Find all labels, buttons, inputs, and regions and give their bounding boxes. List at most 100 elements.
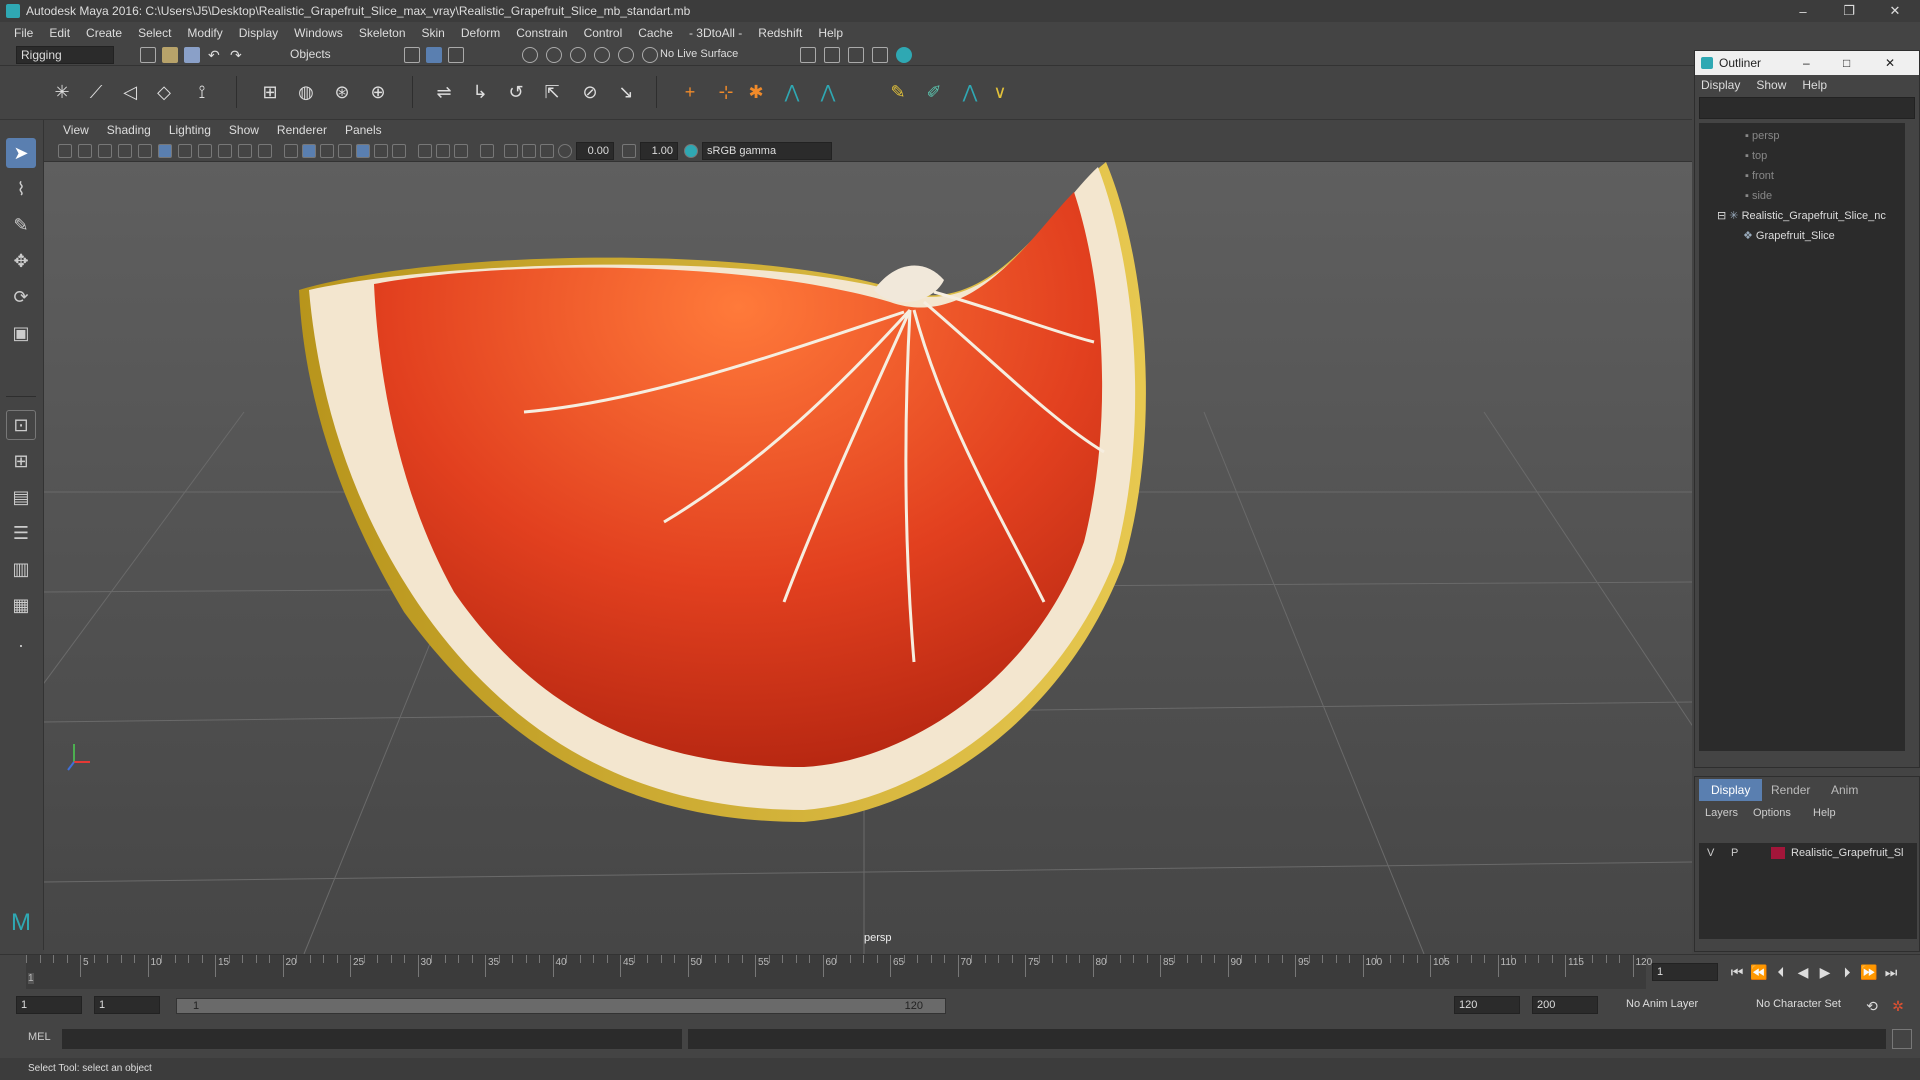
menu-3dtoall[interactable]: - 3DtoAll - — [689, 26, 742, 40]
exposure-icon[interactable] — [558, 144, 572, 158]
mode-dropdown[interactable]: Rigging — [16, 46, 114, 64]
step-back-frame-icon[interactable]: ⏴ — [1772, 963, 1790, 981]
single-view-icon[interactable]: ⊡ — [6, 410, 36, 440]
point-constraint-icon[interactable]: ⇌ — [430, 78, 458, 106]
layers-menu-options[interactable]: Options — [1753, 807, 1791, 819]
rotate-tool-icon[interactable]: ⟳ — [6, 282, 36, 312]
save-scene-icon[interactable] — [184, 47, 200, 63]
layer-playback-toggle[interactable]: P — [1731, 847, 1738, 859]
outliner-item-mesh[interactable]: ❖ Grapefruit_Slice — [1743, 227, 1835, 245]
panel-menu-view[interactable]: View — [63, 123, 89, 137]
undo-icon[interactable]: ↶ — [208, 47, 224, 63]
resolution-gate-icon[interactable] — [198, 144, 212, 158]
gamma-field[interactable]: 1.00 — [640, 142, 678, 160]
gamma-icon[interactable] — [622, 144, 636, 158]
snap-curve-icon[interactable] — [546, 47, 562, 63]
layer-color-swatch[interactable] — [1771, 847, 1785, 859]
menu-help[interactable]: Help — [818, 26, 843, 40]
depth-of-field-icon[interactable] — [522, 144, 536, 158]
menu-skeleton[interactable]: Skeleton — [359, 26, 406, 40]
snap-view-plane-icon[interactable] — [618, 47, 634, 63]
go-to-end-icon[interactable]: ⏭ — [1882, 963, 1900, 981]
sphere-deformer-icon[interactable]: ◍ — [292, 78, 320, 106]
command-input[interactable] — [62, 1029, 682, 1049]
locator-icon[interactable]: + — [676, 78, 704, 106]
scale-tool-icon[interactable]: ▣ — [6, 318, 36, 348]
anim-layer-dropdown[interactable]: No Anim Layer — [1622, 996, 1742, 1014]
joint-tool-icon[interactable]: ✳ — [48, 78, 76, 106]
hypershade-icon[interactable] — [896, 47, 912, 63]
layers-menu-help[interactable]: Help — [1813, 807, 1836, 819]
make-live-icon[interactable] — [642, 47, 658, 63]
select-component-icon[interactable] — [448, 47, 464, 63]
motion-blur-icon[interactable] — [480, 144, 494, 158]
outliner-item-persp[interactable]: ▪ persp — [1745, 127, 1780, 145]
ik-handle-icon[interactable]: ⟋ — [82, 78, 110, 106]
snap-grid-icon[interactable] — [522, 47, 538, 63]
panel-menu-renderer[interactable]: Renderer — [277, 123, 327, 137]
maximize-button[interactable]: ❐ — [1826, 0, 1872, 22]
pole-vector-icon[interactable]: ↘ — [612, 78, 640, 106]
graph-layout-icon[interactable]: ☰ — [6, 518, 36, 548]
outliner-item-top[interactable]: ▪ top — [1745, 147, 1767, 165]
select-object-icon[interactable] — [426, 47, 442, 63]
menu-select[interactable]: Select — [138, 26, 171, 40]
hik-icon[interactable]: ⋀ — [778, 78, 806, 106]
step-back-key-icon[interactable]: ⏪ — [1750, 963, 1768, 981]
menu-display[interactable]: Display — [239, 26, 278, 40]
effector-icon[interactable]: ✱ — [742, 78, 770, 106]
script-editor-icon[interactable] — [1892, 1029, 1912, 1049]
playback-end-field[interactable]: 120 — [1454, 996, 1520, 1014]
parent-constraint-icon[interactable]: ⊘ — [576, 78, 604, 106]
render-frame-icon[interactable] — [824, 47, 840, 63]
outliner-layout-icon[interactable]: ▤ — [6, 482, 36, 512]
menu-deform[interactable]: Deform — [461, 26, 500, 40]
cluster-icon[interactable]: ⊕ — [364, 78, 392, 106]
menu-edit[interactable]: Edit — [49, 26, 70, 40]
outliner-menu-display[interactable]: Display — [1701, 78, 1740, 92]
paint-weights-icon[interactable]: ✎ — [884, 78, 912, 106]
character-set-dropdown[interactable]: No Character Set — [1752, 996, 1862, 1014]
bookmark-icon[interactable] — [98, 144, 112, 158]
tab-anim[interactable]: Anim — [1819, 779, 1870, 801]
close-button[interactable]: ✕ — [1872, 0, 1918, 22]
ik-spline-icon[interactable]: ◁ — [116, 78, 144, 106]
blend-shape-icon[interactable]: ∨ — [986, 78, 1014, 106]
gate-mask-icon[interactable] — [218, 144, 232, 158]
collapse-icon[interactable]: ⊟ — [1717, 210, 1729, 222]
outliner-menu-help[interactable]: Help — [1802, 78, 1827, 92]
bind-skin-icon[interactable]: ⊞ — [256, 78, 284, 106]
render-view-icon[interactable] — [800, 47, 816, 63]
menu-windows[interactable]: Windows — [294, 26, 343, 40]
minimize-button[interactable]: – — [1780, 0, 1826, 22]
new-scene-icon[interactable] — [140, 47, 156, 63]
tab-render[interactable]: Render — [1759, 779, 1822, 801]
tab-display[interactable]: Display — [1699, 779, 1763, 801]
auto-key-icon[interactable]: ⟲ — [1862, 996, 1882, 1016]
select-tool-icon[interactable]: ➤ — [6, 138, 36, 168]
four-view-icon[interactable]: ⊞ — [6, 446, 36, 476]
colorspace-dropdown[interactable]: sRGB gamma — [702, 142, 832, 160]
layer-name[interactable]: Realistic_Grapefruit_Sl — [1791, 847, 1904, 859]
hik-character-icon[interactable]: ⋀ — [814, 78, 842, 106]
safe-action-icon[interactable] — [258, 144, 272, 158]
color-management-icon[interactable] — [684, 144, 698, 158]
paint-select-icon[interactable]: ✎ — [6, 210, 36, 240]
persp-viewport[interactable]: persp — [44, 162, 1692, 954]
redo-icon[interactable]: ↷ — [230, 47, 246, 63]
lasso-tool-icon[interactable]: ⌇ — [6, 174, 36, 204]
menu-control[interactable]: Control — [584, 26, 623, 40]
hud-icon[interactable] — [540, 144, 554, 158]
camera-select-icon[interactable] — [58, 144, 72, 158]
snap-point-icon[interactable] — [570, 47, 586, 63]
command-language-label[interactable]: MEL — [28, 1031, 51, 1043]
menu-redshift[interactable]: Redshift — [758, 26, 802, 40]
xray-icon[interactable] — [436, 144, 450, 158]
layer-visibility-toggle[interactable]: V — [1707, 847, 1714, 859]
play-forward-icon[interactable]: ▶ — [1816, 963, 1834, 981]
outliner-maximize-button[interactable]: □ — [1843, 56, 1850, 70]
ambient-occlusion-icon[interactable] — [392, 144, 406, 158]
preferences-icon[interactable]: ✲ — [1888, 996, 1908, 1016]
xray-joints-icon[interactable] — [454, 144, 468, 158]
outliner-minimize-button[interactable]: – — [1803, 56, 1810, 70]
